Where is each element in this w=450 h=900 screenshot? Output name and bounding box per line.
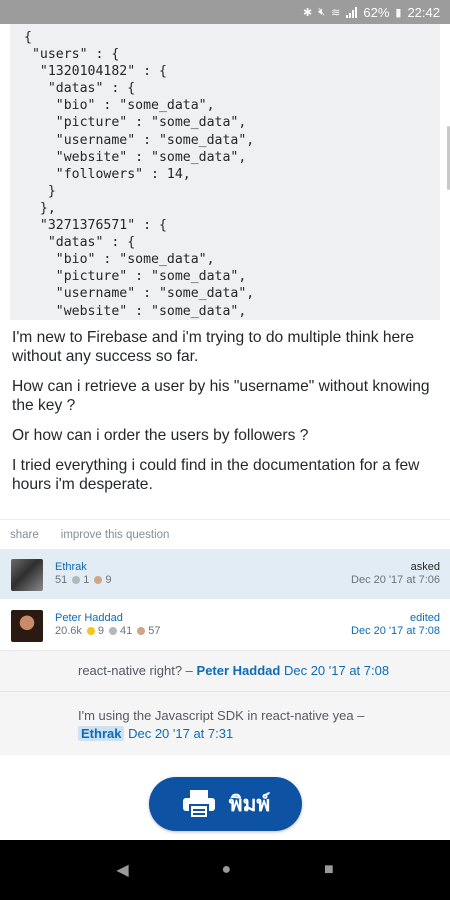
battery-icon: ▮ [395, 6, 402, 19]
question-paragraph: I'm new to Firebase and i'm trying to do… [12, 329, 415, 365]
question-paragraph: Or how can i order the users by follower… [12, 427, 309, 444]
gold-badge-icon [86, 627, 95, 635]
question-body: I'm new to Firebase and i'm trying to do… [12, 328, 442, 505]
code-text: { "users" : { "1320104182" : { "datas" :… [24, 30, 255, 319]
improve-question-link[interactable]: improve this question [61, 529, 170, 541]
question-paragraph: I tried everything i could find in the d… [12, 457, 420, 493]
asker-name[interactable]: Ethrak [55, 561, 87, 573]
share-link[interactable]: share [10, 529, 39, 541]
code-block[interactable]: { "users" : { "1320104182" : { "datas" :… [10, 24, 440, 320]
signal-icon [346, 6, 358, 18]
reputation-score: 51 [55, 574, 68, 586]
asker-card: Ethrak 51 1 9 asked Dec 20 '17 at 7:06 [0, 549, 450, 599]
silver-badge-icon [109, 627, 118, 635]
gold-badge-count: 9 [97, 625, 105, 637]
comment-text: react-native right? – [78, 663, 193, 678]
post-menu: share improve this question [0, 519, 450, 549]
bronze-badge-icon [137, 627, 146, 635]
recents-icon[interactable]: ■ [324, 861, 334, 879]
printer-icon [181, 789, 217, 819]
back-icon[interactable]: ◀ [116, 860, 128, 880]
bronze-badge-icon [94, 576, 103, 584]
comment-text: I'm using the Javascript SDK in react-na… [78, 708, 365, 723]
home-icon[interactable]: ● [221, 861, 231, 879]
wifi-icon: ≋ [331, 6, 341, 19]
question-paragraph: How can i retrieve a user by his "userna… [12, 378, 430, 414]
silver-badge-count: 41 [120, 625, 133, 637]
print-label: พิมพ์ [228, 791, 271, 816]
bronze-badge-count: 9 [105, 574, 112, 586]
editor-name[interactable]: Peter Haddad [55, 612, 123, 624]
comment-user[interactable]: Ethrak [78, 726, 125, 741]
asked-time: Dec 20 '17 at 7:06 [351, 574, 440, 586]
print-button[interactable]: พิมพ์ [149, 777, 302, 831]
battery-level: 62% [363, 4, 390, 20]
avatar[interactable] [11, 610, 43, 642]
reputation-score: 20.6k [55, 625, 82, 637]
comments-list: react-native right? – Peter Haddad Dec 2… [0, 651, 450, 755]
asked-label: asked [410, 561, 440, 573]
comment: I'm using the Javascript SDK in react-na… [0, 692, 450, 752]
editor-card: Peter Haddad 20.6k 9 41 57 edited Dec 20… [0, 600, 450, 651]
clock: 22:42 [407, 4, 440, 20]
silver-badge-count: 1 [83, 574, 90, 586]
comment-user[interactable]: Peter Haddad [197, 663, 281, 678]
edited-label[interactable]: edited [410, 612, 440, 624]
comment-date[interactable]: Dec 20 '17 at 7:08 [284, 663, 389, 678]
mute-icon: 🔇︎ [318, 5, 326, 18]
avatar[interactable] [11, 559, 43, 591]
silver-badge-icon [72, 576, 81, 584]
comment-date[interactable]: Dec 20 '17 at 7:31 [128, 726, 233, 741]
navigation-bar: ◀ ● ■ [0, 840, 450, 900]
bronze-badge-count: 57 [148, 625, 161, 637]
status-bar: ✱ 🔇︎ ≋ 62% ▮ 22:42 [0, 0, 450, 24]
comment: react-native right? – Peter Haddad Dec 2… [0, 651, 450, 692]
bluetooth-icon: ✱ [302, 6, 313, 19]
editor-reputation: 20.6k 9 41 57 [55, 625, 161, 637]
asker-reputation: 51 1 9 [55, 574, 112, 586]
edited-time[interactable]: Dec 20 '17 at 7:08 [351, 625, 440, 637]
